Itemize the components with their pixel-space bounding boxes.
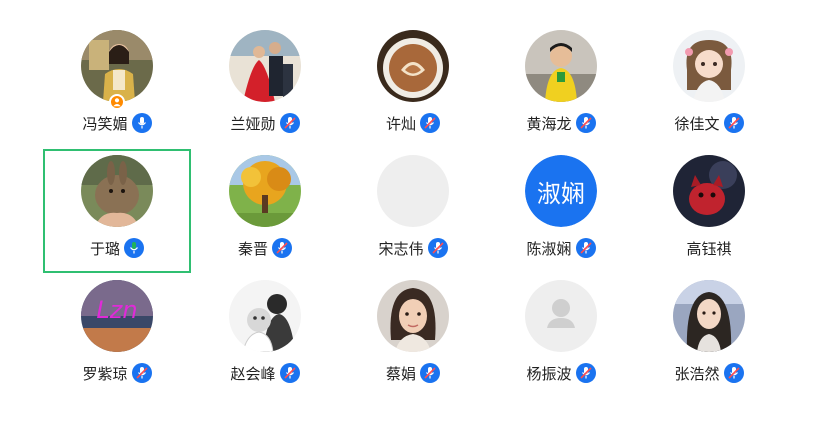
participant-name: 高钰祺 bbox=[686, 239, 732, 258]
microphone-muted-icon[interactable] bbox=[279, 363, 300, 383]
name-row: 许灿 bbox=[339, 112, 487, 134]
name-row: 罗紫琼 bbox=[43, 362, 191, 384]
participant-grid: 冯笑媚 兰娅勋 许灿 黄海龙 徐佳文 于璐 秦晋 宋志伟 淑娴 陈淑娴 高钰祺 … bbox=[0, 0, 817, 426]
avatar[interactable] bbox=[81, 155, 153, 227]
microphone-muted-icon[interactable] bbox=[279, 113, 300, 133]
microphone-muted-icon[interactable] bbox=[131, 363, 152, 383]
avatar[interactable] bbox=[377, 30, 449, 102]
avatar-text: Lzn bbox=[96, 296, 137, 324]
name-row: 徐佳文 bbox=[635, 112, 783, 134]
participant-tile[interactable]: Lzn 罗紫琼 bbox=[43, 274, 191, 398]
participant-tile-selected[interactable]: 于璐 bbox=[43, 149, 191, 273]
microphone-muted-icon[interactable] bbox=[575, 113, 596, 133]
name-row: 赵会峰 bbox=[191, 362, 339, 384]
participant-tile[interactable]: 赵会峰 bbox=[191, 274, 339, 398]
participant-name: 兰娅勋 bbox=[230, 114, 276, 133]
participant-name: 徐佳文 bbox=[674, 114, 720, 133]
participant-name: 赵会峰 bbox=[230, 364, 276, 383]
microphone-muted-icon[interactable] bbox=[272, 238, 292, 258]
name-row: 宋志伟 bbox=[339, 237, 487, 259]
microphone-muted-icon[interactable] bbox=[420, 363, 440, 383]
name-row: 秦晋 bbox=[191, 237, 339, 259]
participant-name: 张浩然 bbox=[674, 364, 720, 383]
microphone-muted-icon[interactable] bbox=[427, 238, 448, 258]
participant-name: 蔡娟 bbox=[385, 364, 416, 383]
name-row: 张浩然 bbox=[635, 362, 783, 384]
name-row: 蔡娟 bbox=[339, 362, 487, 384]
avatar[interactable] bbox=[377, 155, 449, 227]
name-row: 陈淑娴 bbox=[487, 237, 635, 259]
name-row: 冯笑媚 bbox=[43, 112, 191, 134]
participant-tile[interactable]: 蔡娟 bbox=[339, 274, 487, 398]
participant-tile[interactable]: 淑娴 陈淑娴 bbox=[487, 149, 635, 273]
avatar[interactable]: Lzn bbox=[81, 280, 153, 352]
microphone-muted-icon[interactable] bbox=[723, 113, 744, 133]
microphone-muted-icon[interactable] bbox=[420, 113, 440, 133]
microphone-speaking-icon[interactable] bbox=[124, 238, 144, 258]
avatar[interactable] bbox=[525, 30, 597, 102]
participant-tile[interactable]: 黄海龙 bbox=[487, 24, 635, 148]
participant-tile[interactable]: 兰娅勋 bbox=[191, 24, 339, 148]
avatar[interactable] bbox=[673, 30, 745, 102]
name-row: 黄海龙 bbox=[487, 112, 635, 134]
participant-name: 秦晋 bbox=[237, 239, 268, 258]
microphone-icon[interactable] bbox=[131, 113, 152, 133]
microphone-muted-icon[interactable] bbox=[723, 363, 744, 383]
participant-name: 许灿 bbox=[385, 114, 416, 133]
person-badge-icon bbox=[109, 94, 125, 110]
participant-tile[interactable]: 冯笑媚 bbox=[43, 24, 191, 148]
participant-name: 宋志伟 bbox=[378, 239, 424, 258]
name-row: 兰娅勋 bbox=[191, 112, 339, 134]
avatar[interactable] bbox=[229, 155, 301, 227]
microphone-muted-icon[interactable] bbox=[575, 238, 596, 258]
avatar[interactable] bbox=[81, 30, 153, 102]
participant-tile[interactable]: 杨振波 bbox=[487, 274, 635, 398]
avatar-text: 淑娴 bbox=[525, 155, 597, 227]
avatar[interactable] bbox=[525, 280, 597, 352]
participant-tile[interactable]: 徐佳文 bbox=[635, 24, 783, 148]
avatar[interactable] bbox=[377, 280, 449, 352]
participant-tile[interactable]: 许灿 bbox=[339, 24, 487, 148]
participant-name: 杨振波 bbox=[526, 364, 572, 383]
participant-tile[interactable]: 秦晋 bbox=[191, 149, 339, 273]
participant-tile[interactable]: 高钰祺 bbox=[635, 149, 783, 273]
microphone-muted-icon[interactable] bbox=[575, 363, 596, 383]
avatar[interactable] bbox=[229, 280, 301, 352]
participant-tile[interactable]: 宋志伟 bbox=[339, 149, 487, 273]
participant-name: 陈淑娴 bbox=[526, 239, 572, 258]
participant-name: 黄海龙 bbox=[526, 114, 572, 133]
avatar[interactable]: 淑娴 bbox=[525, 155, 597, 227]
name-row: 杨振波 bbox=[487, 362, 635, 384]
participant-tile[interactable]: 张浩然 bbox=[635, 274, 783, 398]
name-row: 于璐 bbox=[45, 237, 189, 259]
avatar[interactable] bbox=[673, 155, 745, 227]
participant-name: 冯笑媚 bbox=[82, 114, 128, 133]
participant-name: 罗紫琼 bbox=[82, 364, 128, 383]
avatar[interactable] bbox=[229, 30, 301, 102]
avatar[interactable] bbox=[673, 280, 745, 352]
name-row: 高钰祺 bbox=[635, 237, 783, 259]
participant-name: 于璐 bbox=[89, 239, 120, 258]
